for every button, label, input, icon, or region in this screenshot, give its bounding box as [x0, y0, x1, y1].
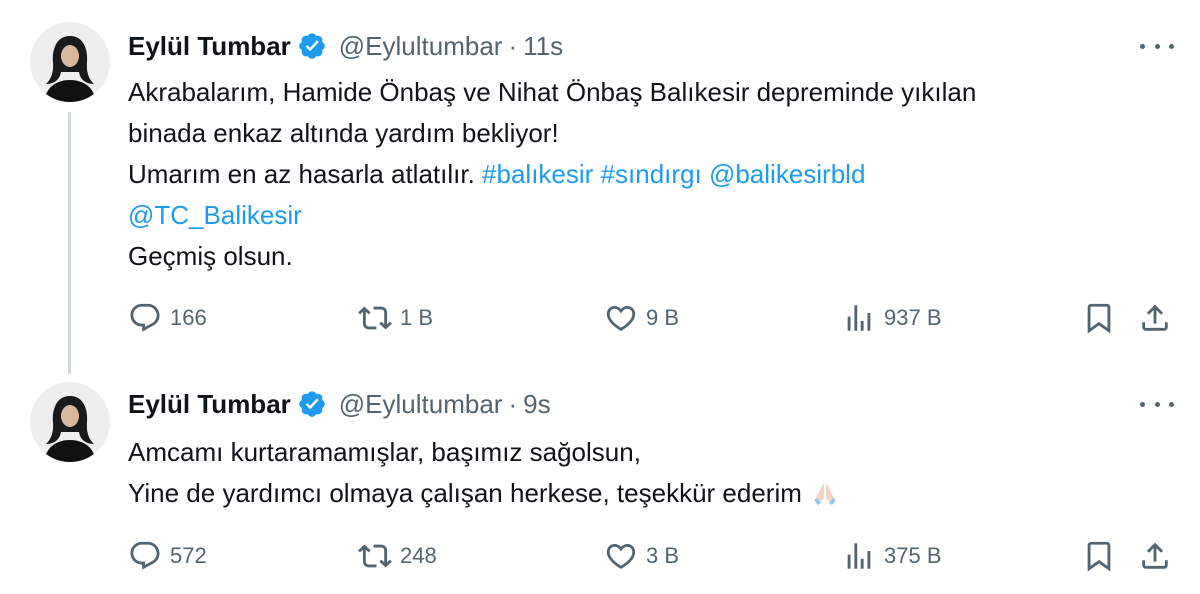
bookmark-icon: [1087, 303, 1111, 334]
author-handle[interactable]: @Eylultumbar: [339, 389, 503, 420]
avatar-photo: [30, 22, 110, 102]
repost-button[interactable]: 248: [358, 536, 437, 576]
tweet-text-segment: Yine de yardımcı olmaya çalışan herkese,…: [128, 478, 802, 508]
tweet-text-segment: [702, 159, 709, 189]
tweet-text-line: binada enkaz altında yardım bekliyor!: [128, 113, 1168, 154]
reply-count: 572: [170, 543, 207, 568]
like-count: 9 B: [646, 305, 680, 330]
tweet-header: Eylül Tumbar @Eylultumbar · 11s: [128, 26, 563, 66]
mention-link[interactable]: @balikesirbld: [709, 159, 865, 189]
like-button[interactable]: 9 B: [604, 298, 679, 338]
tweet[interactable]: Eylül Tumbar @Eylultumbar · 11s Akrabala…: [0, 0, 1200, 370]
avatar-photo: [30, 382, 110, 462]
folded-hands-emoji: [810, 478, 840, 520]
share-button[interactable]: [1138, 298, 1172, 338]
repost-count: 1 B: [400, 305, 434, 330]
more-options-icon[interactable]: [1140, 34, 1174, 58]
tweet-text-segment: Amcamı kurtaramamışlar, başımız sağolsun…: [128, 437, 641, 467]
bookmark-icon: [1087, 541, 1111, 572]
author-name[interactable]: Eylül Tumbar: [128, 389, 291, 420]
tweet-text: Amcamı kurtaramamışlar, başımız sağolsun…: [128, 432, 1168, 520]
mention-link[interactable]: @TC_Balikesir: [128, 200, 302, 230]
views-chart-icon: [847, 543, 871, 569]
hashtag-link[interactable]: #balıkesir: [482, 159, 593, 189]
tweet-text-line: @TC_Balikesir: [128, 195, 1168, 236]
views-chart-icon: [847, 305, 871, 331]
avatar[interactable]: [30, 382, 110, 462]
tweet-text-segment: [593, 159, 600, 189]
tweet-text-line: Yine de yardımcı olmaya çalışan herkese,…: [128, 473, 1168, 520]
reply-button[interactable]: 572: [128, 536, 207, 576]
tweet-header: Eylül Tumbar @Eylultumbar · 9s: [128, 384, 551, 424]
tweet-text-segment: Akrabalarım, Hamide Önbaş ve Nihat Önbaş…: [128, 77, 977, 107]
separator-dot: ·: [508, 388, 518, 419]
tweet-text-line: Amcamı kurtaramamışlar, başımız sağolsun…: [128, 432, 1168, 473]
views-button[interactable]: 937 B: [842, 298, 942, 338]
tweet-text-segment: Umarım en az hasarla atlatılır.: [128, 159, 483, 189]
reply-icon: [130, 541, 160, 570]
reply-button[interactable]: 166: [128, 298, 207, 338]
share-button[interactable]: [1138, 536, 1172, 576]
repost-icon: [358, 544, 392, 568]
tweet[interactable]: Eylül Tumbar @Eylultumbar · 9s Amcamı ku…: [0, 370, 1200, 594]
verified-badge-icon: [297, 31, 327, 61]
repost-count: 248: [400, 543, 437, 568]
views-count: 375 B: [884, 543, 942, 568]
views-count: 937 B: [884, 305, 942, 330]
timestamp[interactable]: 9s: [523, 389, 550, 420]
author-name[interactable]: Eylül Tumbar: [128, 31, 291, 62]
tweet-text-line: Umarım en az hasarla atlatılır. #balıkes…: [128, 154, 1168, 195]
repost-icon: [358, 306, 392, 330]
share-icon: [1142, 542, 1168, 569]
tweet-text: Akrabalarım, Hamide Önbaş ve Nihat Önbaş…: [128, 72, 1168, 277]
reply-icon: [130, 303, 160, 332]
repost-button[interactable]: 1 B: [358, 298, 433, 338]
like-heart-icon: [606, 543, 636, 569]
share-icon: [1142, 304, 1168, 331]
tweet-text-line: Akrabalarım, Hamide Önbaş ve Nihat Önbaş…: [128, 72, 1168, 113]
tweet-text-line: Geçmiş olsun.: [128, 236, 1168, 277]
tweet-text-segment: Geçmiş olsun.: [128, 241, 293, 271]
like-heart-icon: [606, 305, 636, 331]
tweet-text-segment: binada enkaz altında yardım bekliyor!: [128, 118, 559, 148]
separator-dot: ·: [508, 30, 518, 61]
more-options-icon[interactable]: [1140, 392, 1174, 416]
bookmark-button[interactable]: [1082, 536, 1116, 576]
like-count: 3 B: [646, 543, 680, 568]
bookmark-button[interactable]: [1082, 298, 1116, 338]
views-button[interactable]: 375 B: [842, 536, 942, 576]
action-bar: 166 1 B 9 B 937 B: [128, 298, 1174, 338]
action-bar: 572 248 3 B 375 B: [128, 536, 1174, 576]
avatar[interactable]: [30, 22, 110, 102]
author-handle[interactable]: @Eylultumbar: [339, 31, 503, 62]
verified-badge-icon: [297, 389, 327, 419]
timestamp[interactable]: 11s: [523, 31, 563, 62]
like-button[interactable]: 3 B: [604, 536, 679, 576]
reply-count: 166: [170, 305, 207, 330]
hashtag-link[interactable]: #sındırgı: [601, 159, 702, 189]
